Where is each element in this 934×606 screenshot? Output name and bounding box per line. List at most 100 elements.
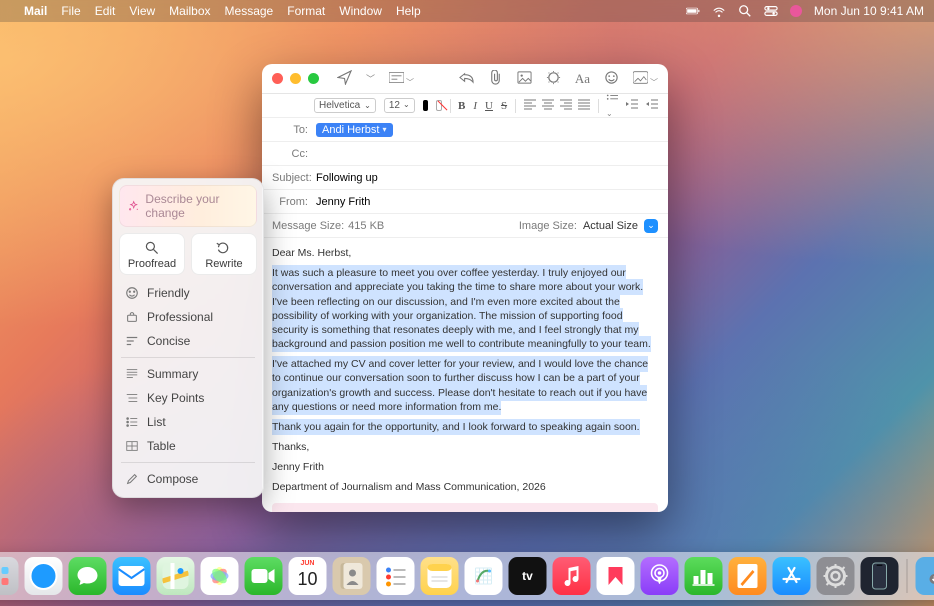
dock-reminders[interactable] <box>377 557 415 595</box>
subject-row[interactable]: Subject: Following up <box>262 166 668 190</box>
attach-icon[interactable] <box>488 70 503 88</box>
menu-mailbox[interactable]: Mailbox <box>169 4 210 18</box>
dock-settings[interactable] <box>817 557 855 595</box>
menu-bar-clock[interactable]: Mon Jun 10 9:41 AM <box>814 4 924 18</box>
dock-maps[interactable] <box>157 557 195 595</box>
lists-dropdown-icon[interactable]: ⌄ <box>606 92 618 119</box>
subject-value[interactable]: Following up <box>316 172 378 184</box>
writing-tools-icon[interactable] <box>546 70 561 88</box>
dock-freeform[interactable] <box>465 557 503 595</box>
dock-launchpad[interactable] <box>0 557 19 595</box>
align-center-icon[interactable] <box>542 98 554 113</box>
link-insert-icon[interactable] <box>517 70 532 88</box>
dock-safari[interactable] <box>25 557 63 595</box>
header-fields-icon[interactable]: ﹀ <box>389 70 414 88</box>
from-row[interactable]: From: Jenny Frith <box>262 190 668 214</box>
menu-edit[interactable]: Edit <box>95 4 116 18</box>
zoom-button[interactable] <box>308 73 319 84</box>
window-titlebar[interactable]: ﹀ ﹀ Aa ﹀ <box>262 64 668 94</box>
body-signature-name: Jenny Frith <box>272 460 658 474</box>
dock-calendar[interactable]: JUN10 <box>289 557 327 595</box>
dock-appstore[interactable] <box>773 557 811 595</box>
message-headers: To: Andi Herbst Cc: Subject: Following u… <box>262 118 668 238</box>
text-color-swatch[interactable] <box>423 100 428 111</box>
dock-downloads[interactable] <box>916 557 934 595</box>
tone-friendly[interactable]: Friendly <box>119 281 257 305</box>
align-left-icon[interactable] <box>524 98 536 113</box>
menu-view[interactable]: View <box>129 4 155 18</box>
siri-icon[interactable] <box>790 5 802 17</box>
spotlight-icon[interactable] <box>738 4 752 18</box>
font-size-select[interactable]: 12⌄ <box>384 98 415 113</box>
underline-button[interactable]: U <box>485 100 493 112</box>
send-icon[interactable] <box>337 70 352 88</box>
transform-table[interactable]: Table <box>119 434 257 458</box>
bold-button[interactable]: B <box>458 100 465 112</box>
transform-keypoints[interactable]: Key Points <box>119 386 257 410</box>
proofread-button[interactable]: Proofread <box>119 233 185 275</box>
dock-pages[interactable] <box>729 557 767 595</box>
strikethrough-button[interactable]: S <box>501 100 507 112</box>
format-text-icon[interactable]: Aa <box>575 71 590 87</box>
dock-facetime[interactable] <box>245 557 283 595</box>
message-size-label: Message Size: <box>272 220 348 232</box>
reply-icon[interactable] <box>459 70 474 88</box>
dock-numbers[interactable] <box>685 557 723 595</box>
wifi-icon[interactable] <box>712 4 726 18</box>
dock-contacts[interactable] <box>333 557 371 595</box>
image-size-dropdown-icon[interactable]: ⌄ <box>644 219 658 233</box>
cc-label: Cc: <box>272 148 316 160</box>
emoji-picker-icon[interactable] <box>604 70 619 88</box>
recipient-pill[interactable]: Andi Herbst <box>316 123 393 137</box>
dock-news[interactable] <box>597 557 635 595</box>
image-size-label: Image Size: <box>519 220 577 232</box>
image-size-value[interactable]: Actual Size <box>583 220 638 232</box>
menu-format[interactable]: Format <box>287 4 325 18</box>
tone-concise[interactable]: Concise <box>119 329 257 353</box>
attachment-preview[interactable]: JENNY FRITH I am a third-year student un… <box>272 503 658 512</box>
describe-change-input[interactable]: Describe your change <box>119 185 257 227</box>
dock-messages[interactable] <box>69 557 107 595</box>
indent-right-icon[interactable] <box>626 98 638 113</box>
align-right-icon[interactable] <box>560 98 572 113</box>
close-button[interactable] <box>272 73 283 84</box>
to-row[interactable]: To: Andi Herbst <box>262 118 668 142</box>
font-family-value: Helvetica <box>319 100 360 111</box>
transform-summary[interactable]: Summary <box>119 362 257 386</box>
size-row: Message Size: 415 KB Image Size: Actual … <box>262 214 668 238</box>
italic-button[interactable]: I <box>473 100 477 112</box>
dock-podcasts[interactable] <box>641 557 679 595</box>
from-value[interactable]: Jenny Frith <box>316 196 370 208</box>
dock-music[interactable] <box>553 557 591 595</box>
tone-professional[interactable]: Professional <box>119 305 257 329</box>
app-menu[interactable]: Mail <box>24 4 47 18</box>
background-color-swatch[interactable] <box>436 100 442 111</box>
menu-bar-left: Mail File Edit View Mailbox Message Form… <box>10 4 421 18</box>
menu-help[interactable]: Help <box>396 4 421 18</box>
menu-message[interactable]: Message <box>225 4 274 18</box>
cc-row[interactable]: Cc: <box>262 142 668 166</box>
menu-bar-right: Mon Jun 10 9:41 AM <box>686 4 924 18</box>
control-center-icon[interactable] <box>764 4 778 18</box>
battery-icon[interactable] <box>686 4 700 18</box>
menu-file[interactable]: File <box>61 4 80 18</box>
dock-separator <box>907 559 908 593</box>
align-justify-icon[interactable] <box>578 98 590 113</box>
font-family-select[interactable]: Helvetica⌄ <box>314 98 376 113</box>
dock-mail[interactable] <box>113 557 151 595</box>
dock-iphone-mirroring[interactable] <box>861 557 899 595</box>
transform-list[interactable]: List <box>119 410 257 434</box>
menu-window[interactable]: Window <box>339 4 382 18</box>
dock-photos[interactable] <box>201 557 239 595</box>
minimize-button[interactable] <box>290 73 301 84</box>
rewrite-button[interactable]: Rewrite <box>191 233 257 275</box>
compose-option[interactable]: Compose <box>119 467 257 491</box>
indent-left-icon[interactable] <box>646 98 658 113</box>
format-bar: Helvetica⌄ 12⌄ B I U S ⌄ <box>262 94 668 118</box>
dock-notes[interactable] <box>421 557 459 595</box>
body-signature-dept: Department of Journalism and Mass Commun… <box>272 480 658 494</box>
photo-browser-icon[interactable]: ﹀ <box>633 70 658 88</box>
message-body[interactable]: Dear Ms. Herbst, It was such a pleasure … <box>262 238 668 512</box>
toolbar-dropdown-chevron-icon[interactable]: ﹀ <box>366 72 375 85</box>
dock-tv[interactable]: tv <box>509 557 547 595</box>
